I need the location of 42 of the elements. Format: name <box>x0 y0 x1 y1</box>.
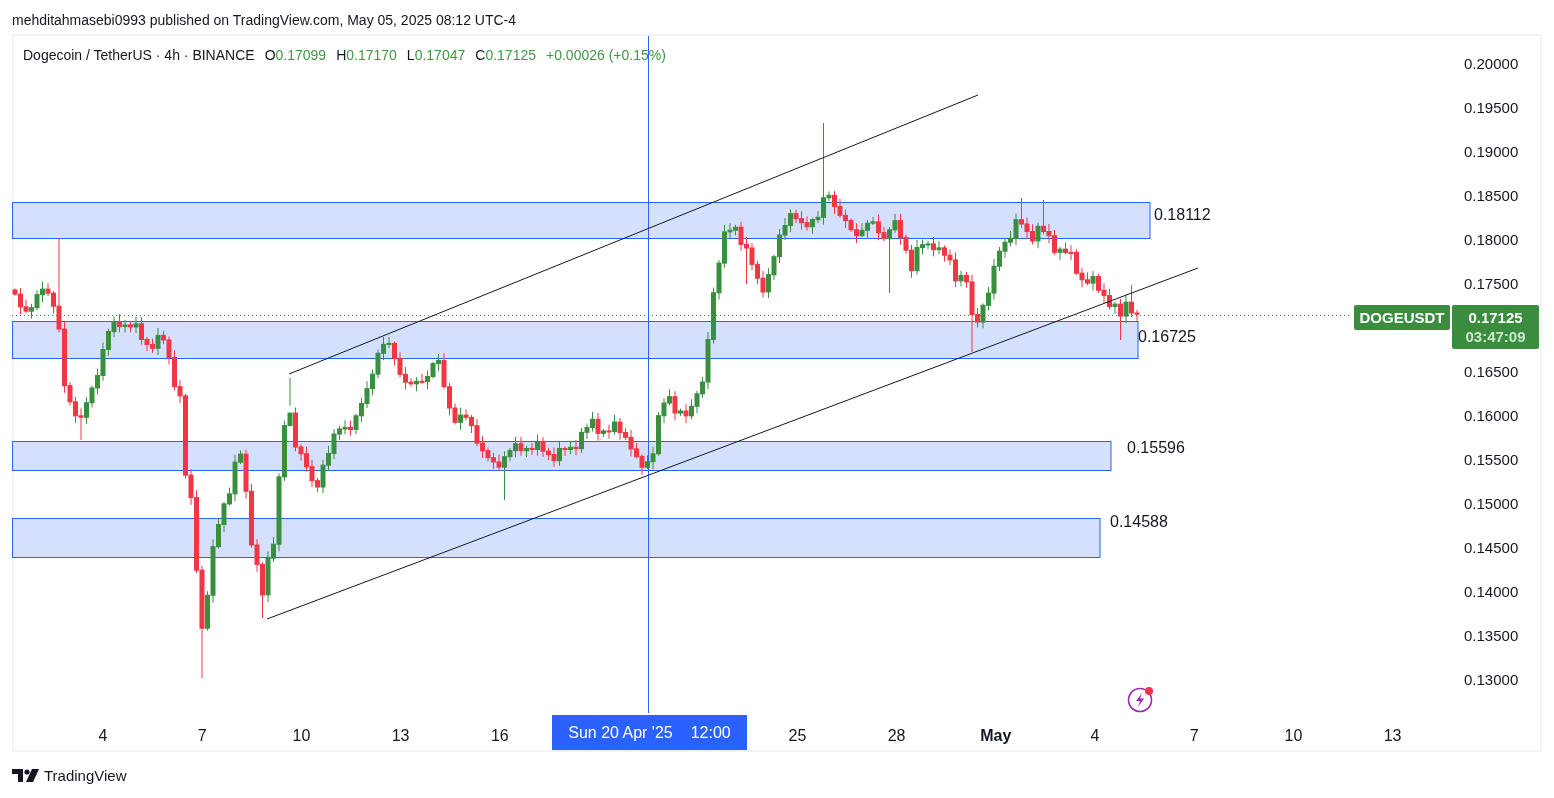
ohlc-reading: H0.17170 <box>336 46 397 64</box>
price-axis-label: 0.18000 <box>1464 231 1519 249</box>
time-axis-label: May <box>980 726 1012 746</box>
symbol-title: Dogecoin / TetherUS · 4h · BINANCE <box>23 46 255 64</box>
price-axis-label: 0.14500 <box>1464 539 1519 557</box>
publish-info: mehditahmasebi0993 published on TradingView.com, May 05, 2025 08:12 UTC-4 <box>12 12 517 28</box>
price-axis-label: 0.13500 <box>1464 627 1519 645</box>
lightning-icon[interactable] <box>1127 686 1154 713</box>
time-axis-label: 7 <box>1189 726 1199 746</box>
time-axis-label: 7 <box>197 726 207 746</box>
price-axis-label: 0.17500 <box>1464 275 1519 293</box>
crosshair-time-label: Sun 20 Apr '25 12:00 <box>552 715 747 750</box>
time-axis-label: 25 <box>788 726 807 746</box>
time-axis-label: 28 <box>887 726 906 746</box>
price-axis-label: 0.14000 <box>1464 583 1519 601</box>
ohlc-reading: C0.17125 <box>475 46 536 64</box>
symbol-badge: DOGEUSDT <box>1354 305 1450 330</box>
ohlc-reading: L0.17047 <box>406 46 466 64</box>
zone-price-label: 0.14588 <box>1110 512 1168 532</box>
last-price-badge: 0.17125 03:47:09 <box>1452 305 1539 349</box>
price-axis-label: 0.16000 <box>1464 407 1519 425</box>
zone-price-label: 0.16725 <box>1138 327 1196 347</box>
time-axis-label: 4 <box>1090 726 1100 746</box>
logo-icon <box>12 768 39 782</box>
time-axis-label: 13 <box>391 726 410 746</box>
zone-price-label: 0.18112 <box>1154 205 1211 225</box>
brand-name: TradingView <box>44 766 127 784</box>
price-axis-label: 0.15500 <box>1464 451 1519 469</box>
time-axis-label: 13 <box>1383 726 1402 746</box>
price-axis-label: 0.20000 <box>1464 55 1519 73</box>
time-axis-label: 4 <box>98 726 108 746</box>
time-axis-label: 10 <box>1284 726 1303 746</box>
ohlc-reading: O0.17099 <box>264 46 327 64</box>
price-axis-label: 0.19000 <box>1464 143 1519 161</box>
time-axis-label: 16 <box>490 726 509 746</box>
time-axis-label: 10 <box>292 726 311 746</box>
price-axis-label: 0.16500 <box>1464 363 1519 381</box>
price-axis-label: 0.18500 <box>1464 187 1519 205</box>
price-axis-label: 0.13000 <box>1464 671 1519 689</box>
zone-price-label: 0.15596 <box>1127 438 1185 458</box>
price-axis-label: 0.19500 <box>1464 99 1519 117</box>
price-axis-label: 0.15000 <box>1464 495 1519 513</box>
